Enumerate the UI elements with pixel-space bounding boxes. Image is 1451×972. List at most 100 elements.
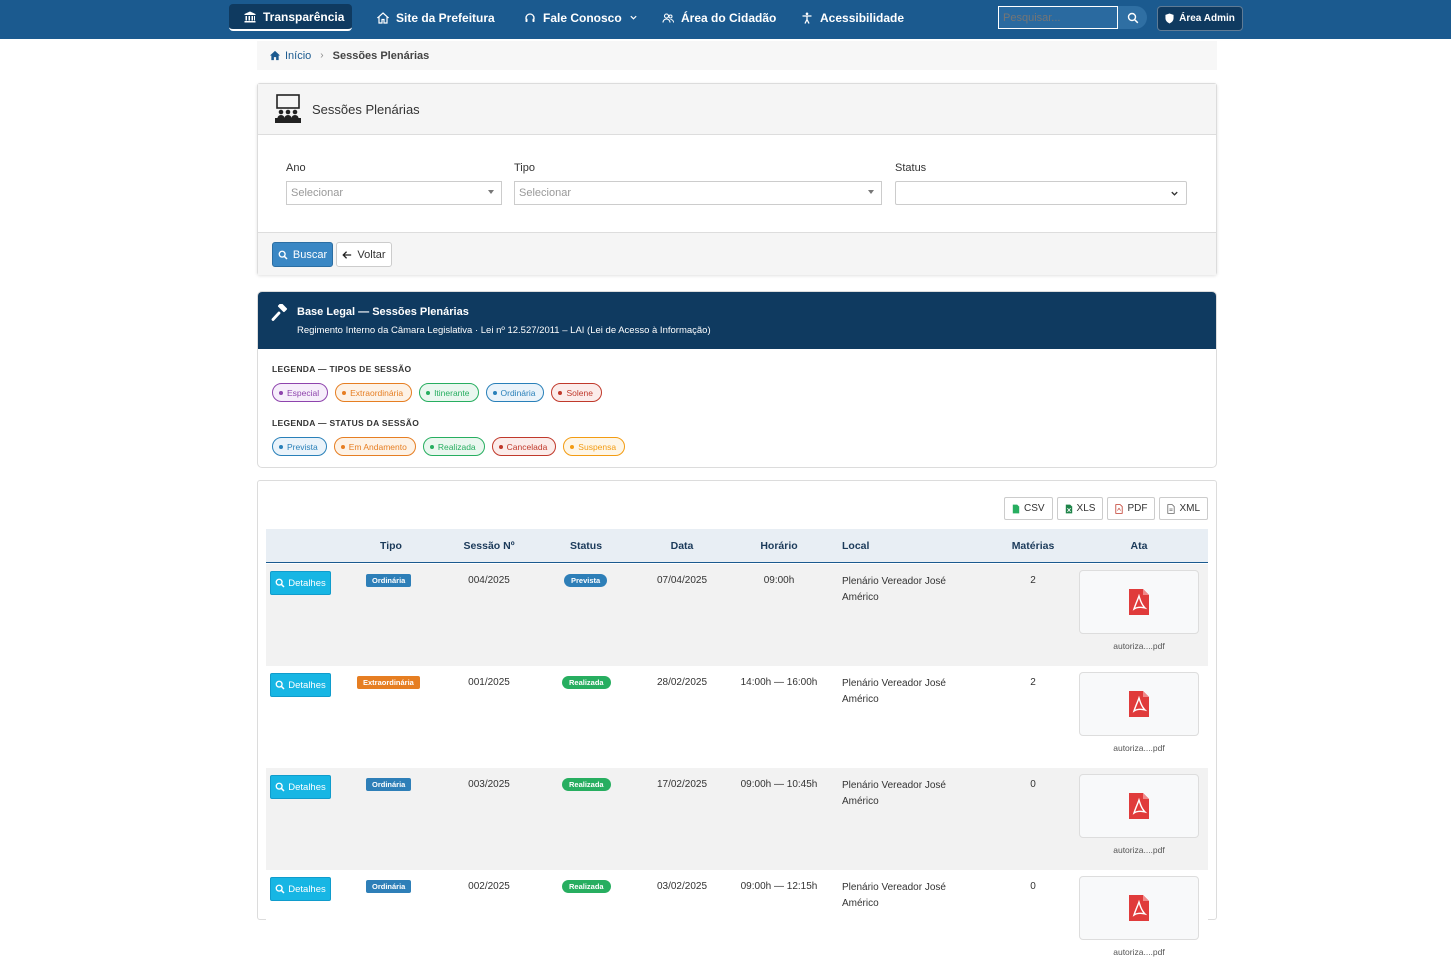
- filter-panel: Sessões Plenárias Ano Selecionar Tipo Se…: [257, 83, 1217, 275]
- arrow-left-icon: [342, 250, 352, 260]
- ata-filename: autoriza....pdf: [1113, 641, 1165, 651]
- nav-area-cidadao[interactable]: Área do Cidadão: [647, 4, 791, 31]
- file-code-icon: [1167, 503, 1176, 514]
- admin-label: Área Admin: [1179, 13, 1235, 24]
- file-pdf-icon: [1128, 588, 1150, 616]
- th-horario: Horário: [760, 540, 798, 552]
- export-xml-button[interactable]: XML: [1159, 497, 1208, 520]
- ata-file[interactable]: [1079, 774, 1199, 838]
- ano-select-value: Selecionar: [291, 187, 343, 199]
- data-cell: 03/02/2025: [656, 881, 708, 892]
- legend-status-em-andamento: Em Andamento: [333, 437, 416, 456]
- search-button[interactable]: [1118, 6, 1147, 29]
- legal-header: Base Legal — Sessões Plenárias Regimento…: [258, 292, 1216, 349]
- legend-status-suspensa: Suspensa: [563, 437, 626, 456]
- table-row: Detalhes Extraordinária 001/2025 Realiza…: [266, 666, 1208, 768]
- export-csv-button[interactable]: CSV: [1003, 497, 1053, 520]
- breadcrumb-home[interactable]: Início: [269, 50, 311, 62]
- home-icon: [377, 11, 389, 24]
- nav-site-prefeitura[interactable]: Site da Prefeitura: [362, 4, 510, 31]
- sessions-table-panel: CSV XLS PDF XML Tipo Sessão Nº Status Da…: [257, 480, 1217, 972]
- breadcrumb-home-label: Início: [285, 49, 312, 62]
- admin-button[interactable]: Área Admin: [1157, 6, 1243, 31]
- details-button[interactable]: Detalhes: [270, 673, 331, 697]
- file-pdf-icon: [1128, 792, 1150, 820]
- status-badge: Prevista: [564, 574, 608, 587]
- legend-tipos: Especial Extraordinária Itinerante Ordin…: [272, 383, 602, 402]
- horario-cell: 09:00h — 10:45h: [740, 779, 818, 790]
- status-select[interactable]: [895, 181, 1187, 205]
- file-pdf-icon: [1128, 894, 1150, 922]
- ata-file[interactable]: [1079, 570, 1199, 634]
- buscar-button[interactable]: Buscar: [272, 242, 333, 267]
- nav-fale-conosco[interactable]: Fale Conosco: [509, 4, 653, 31]
- th-status: Status: [569, 540, 603, 552]
- nav-transparencia[interactable]: Transparência: [229, 4, 352, 31]
- tipo-badge: Ordinária: [366, 574, 412, 587]
- bank-icon: [244, 11, 256, 23]
- legal-title: Base Legal — Sessões Plenárias: [297, 306, 469, 318]
- details-button[interactable]: Detalhes: [270, 571, 331, 595]
- voltar-label: Voltar: [357, 248, 386, 261]
- legend-status-prevista: Prevista: [272, 437, 327, 456]
- legend-tipo-extraordinaria: Extraordinária: [335, 383, 413, 402]
- nav-label: Acessibilidade: [820, 10, 905, 25]
- voltar-button[interactable]: Voltar: [336, 242, 392, 267]
- legal-basis-panel: Base Legal — Sessões Plenárias Regimento…: [257, 291, 1217, 468]
- export-buttons: CSV XLS PDF XML: [1003, 497, 1208, 520]
- filter-header: Sessões Plenárias: [258, 84, 1216, 135]
- sessao-cell: 001/2025: [468, 677, 510, 688]
- materias-cell: 0: [1030, 881, 1036, 892]
- accessibility-icon: [801, 12, 813, 24]
- status-badge: Realizada: [562, 676, 611, 689]
- breadcrumb-separator: ›: [320, 50, 324, 61]
- legend-status-cancelada: Cancelada: [491, 437, 557, 456]
- nav-label: Área do Cidadão: [681, 10, 777, 25]
- chevron-down-icon: [1170, 189, 1179, 198]
- legend-status-realizada: Realizada: [422, 437, 485, 456]
- breadcrumb: Início › Sessões Plenárias: [257, 41, 1217, 70]
- th-materias: Matérias: [1011, 540, 1055, 552]
- horario-cell: 09:00h — 12:15h: [740, 881, 818, 892]
- breadcrumb-current: Sessões Plenárias: [332, 49, 430, 62]
- nav-label: Transparência: [263, 9, 345, 24]
- tipo-label: Tipo: [514, 162, 535, 174]
- local-cell: Plenário Vereador José Américo: [842, 678, 946, 705]
- ano-select[interactable]: Selecionar: [286, 181, 502, 205]
- tipo-badge: Ordinária: [366, 778, 412, 791]
- materias-cell: 2: [1030, 677, 1036, 688]
- ata-file[interactable]: [1079, 672, 1199, 736]
- materias-cell: 0: [1030, 779, 1036, 790]
- sessao-cell: 003/2025: [468, 779, 510, 790]
- tipo-badge: Extraordinária: [357, 676, 420, 689]
- chevron-down-icon: [629, 13, 638, 22]
- tipo-badge: Ordinária: [366, 880, 412, 893]
- nav-acessibilidade[interactable]: Acessibilidade: [786, 4, 919, 31]
- ata-file[interactable]: [1079, 876, 1199, 940]
- tipo-select[interactable]: Selecionar: [514, 181, 882, 205]
- search-icon: [1127, 12, 1139, 24]
- sessao-cell: 002/2025: [468, 881, 510, 892]
- sessao-cell: 004/2025: [468, 575, 510, 586]
- table-row: Detalhes Ordinária 003/2025 Realizada 17…: [266, 768, 1208, 870]
- caret-down-icon: [868, 190, 874, 194]
- table-row: Detalhes Ordinária 002/2025 Realizada 03…: [266, 870, 1208, 972]
- th-data: Data: [670, 540, 694, 552]
- ata-filename: autoriza....pdf: [1113, 947, 1165, 957]
- home-icon: [269, 50, 281, 61]
- top-navbar: Transparência Site da Prefeitura Fale Co…: [0, 0, 1451, 39]
- search-input[interactable]: [998, 6, 1118, 29]
- export-xls-button[interactable]: XLS: [1056, 497, 1104, 520]
- search-icon: [275, 782, 285, 792]
- shield-icon: [1165, 13, 1174, 24]
- legend-tipo-itinerante: Itinerante: [419, 383, 479, 402]
- ano-label: Ano: [286, 162, 306, 174]
- details-button[interactable]: Detalhes: [270, 775, 331, 799]
- filter-footer: Buscar Voltar: [258, 232, 1216, 275]
- details-button[interactable]: Detalhes: [270, 877, 331, 901]
- th-ata: Ata: [1130, 540, 1148, 552]
- caret-down-icon: [488, 190, 494, 194]
- plenary-icon: [272, 94, 304, 124]
- export-pdf-button[interactable]: PDF: [1107, 497, 1156, 520]
- legal-subtitle: Regimento Interno da Câmara Legislativa …: [297, 325, 711, 336]
